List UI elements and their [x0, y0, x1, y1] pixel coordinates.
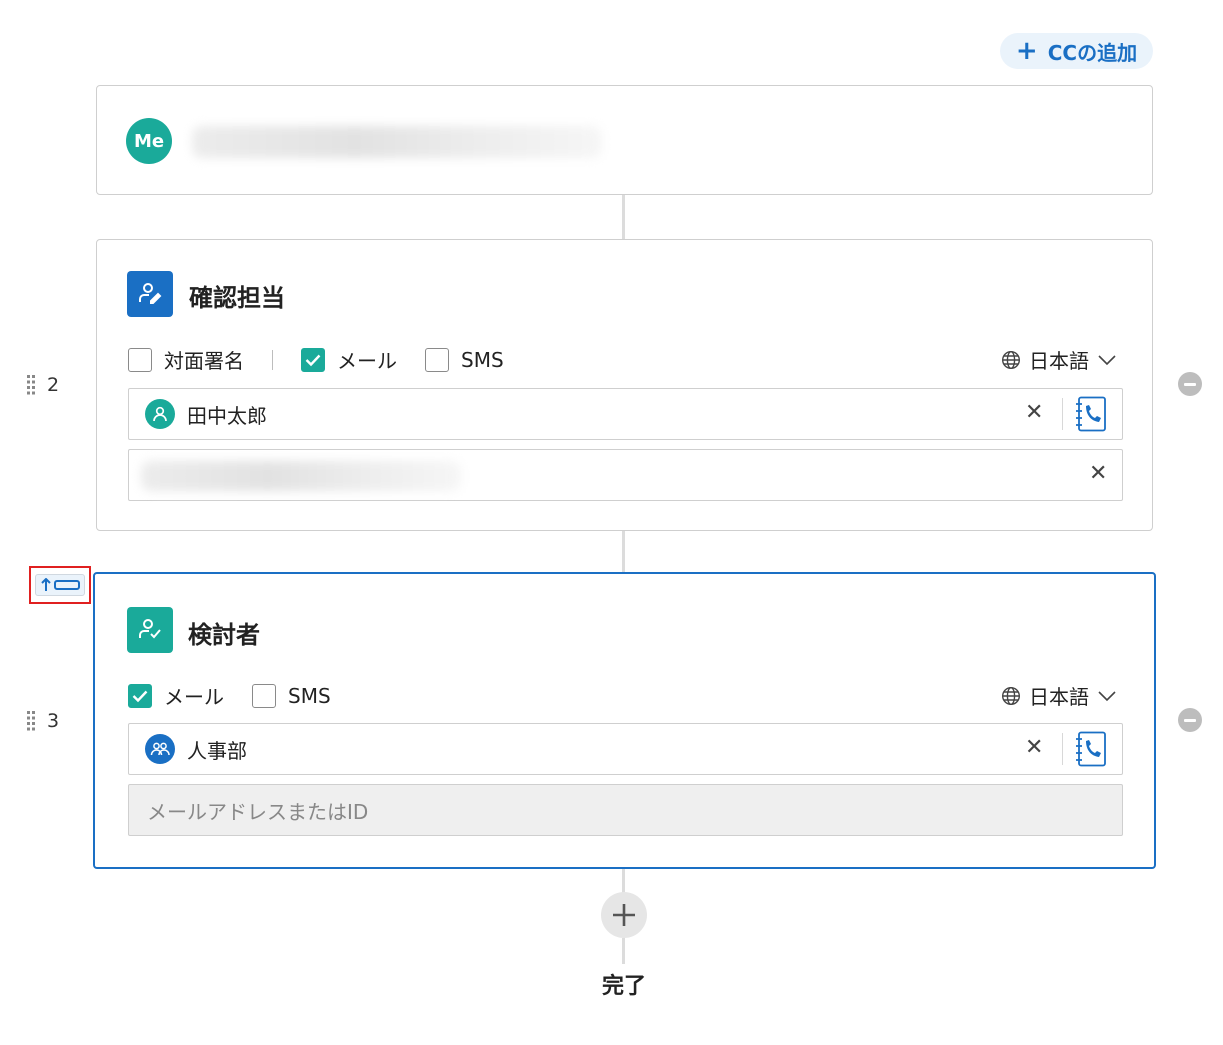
language-label: 日本語: [1029, 349, 1089, 373]
drag-handle-icon[interactable]: [27, 711, 35, 731]
option-label: メール: [164, 685, 224, 709]
globe-icon: [1001, 686, 1021, 705]
chevron-down-icon: [1098, 690, 1116, 701]
sender-email-redacted: [192, 126, 602, 158]
step-order-3[interactable]: 3: [27, 709, 67, 733]
step-order-2[interactable]: 2: [27, 373, 67, 397]
globe-icon: [1001, 350, 1021, 369]
chevron-down-icon: [1098, 354, 1116, 365]
person-icon: [145, 399, 175, 429]
order-number: 3: [47, 710, 60, 732]
step-card-confirm: 確認担当 対面署名 メール SMS 日本語 田中太郎 ✕ ✕: [96, 239, 1153, 531]
clear-email-button[interactable]: ✕: [1089, 461, 1107, 486]
checkbox-sms[interactable]: [252, 683, 276, 708]
done-label: 完了: [601, 974, 646, 999]
address-book-icon[interactable]: [1075, 396, 1107, 436]
move-up-icon: [35, 574, 85, 596]
drag-handle-icon[interactable]: [27, 375, 35, 395]
option-label: SMS: [288, 683, 331, 708]
sender-avatar: Me: [126, 118, 172, 164]
language-select[interactable]: 日本語: [1001, 345, 1117, 374]
step-card-reviewer: 検討者 メール SMS 日本語 人事部 ✕ メールアドレスまたはID: [93, 572, 1156, 869]
add-cc-button[interactable]: + CCの追加: [1000, 33, 1153, 69]
connector-line: [622, 530, 625, 573]
plus-icon: +: [1015, 36, 1038, 66]
delivery-options: メール SMS: [128, 681, 359, 710]
recipient-field[interactable]: 人事部 ✕: [128, 723, 1123, 775]
role-title: 検討者: [188, 621, 260, 649]
remove-step-button[interactable]: [1178, 372, 1202, 396]
group-icon: [145, 734, 175, 764]
input-placeholder: メールアドレスまたはID: [147, 799, 369, 824]
clear-recipient-button[interactable]: ✕: [1025, 400, 1043, 425]
check-icon: [305, 354, 321, 366]
role-title: 確認担当: [189, 284, 285, 312]
move-up-button[interactable]: [29, 566, 91, 604]
divider: [1062, 398, 1063, 430]
confirm-role-icon: [127, 271, 173, 317]
order-number: 2: [47, 374, 60, 396]
clear-recipient-button[interactable]: ✕: [1025, 735, 1043, 760]
reviewer-role-icon: [127, 607, 173, 653]
email-redacted: [141, 461, 461, 491]
option-label: SMS: [461, 347, 504, 372]
email-or-id-input[interactable]: メールアドレスまたはID: [128, 784, 1123, 836]
remove-step-button[interactable]: [1178, 708, 1202, 732]
sender-card: Me: [96, 85, 1153, 195]
connector-line: [622, 868, 625, 894]
checkbox-email[interactable]: [301, 347, 325, 372]
add-cc-label: CCの追加: [1047, 40, 1138, 65]
option-label: 対面署名: [164, 349, 244, 373]
check-icon: [132, 690, 148, 702]
delivery-options: 対面署名 メール SMS: [128, 345, 532, 374]
recipient-field[interactable]: 田中太郎 ✕: [128, 388, 1123, 440]
divider: [1062, 733, 1063, 765]
divider: [272, 349, 273, 370]
email-field[interactable]: ✕: [128, 449, 1123, 501]
recipient-name: 人事部: [187, 738, 247, 763]
add-step-button[interactable]: [601, 892, 647, 938]
checkbox-sms[interactable]: [425, 347, 449, 372]
plus-icon: [613, 904, 635, 926]
connector-line: [622, 938, 625, 964]
address-book-icon[interactable]: [1075, 731, 1107, 771]
connector-line: [622, 195, 625, 239]
language-select[interactable]: 日本語: [1001, 681, 1117, 710]
checkbox-email[interactable]: [128, 683, 152, 708]
checkbox-in-person[interactable]: [128, 347, 152, 372]
language-label: 日本語: [1029, 685, 1089, 709]
option-label: メール: [337, 349, 397, 373]
recipient-name: 田中太郎: [187, 403, 267, 428]
